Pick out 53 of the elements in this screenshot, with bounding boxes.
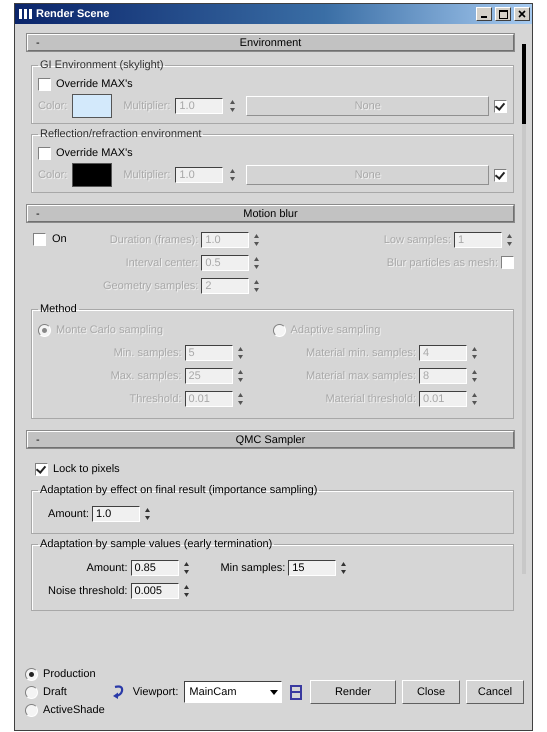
spinner-icon[interactable] [236, 344, 244, 360]
spinner-icon[interactable] [252, 278, 262, 294]
number-field[interactable]: 0.85 [130, 560, 178, 576]
spinner-icon[interactable] [142, 506, 152, 522]
spinner-icon[interactable] [505, 232, 514, 248]
minimize-button[interactable] [476, 7, 492, 21]
number-field[interactable]: 0.005 [130, 582, 178, 598]
spinner-icon[interactable] [182, 582, 190, 598]
close-icon [518, 10, 526, 18]
group-title: Method [39, 303, 78, 315]
group-title: Adaptation by effect on final result (importance sampling) [39, 484, 318, 496]
spinner-icon[interactable] [236, 390, 244, 406]
checkbox-label: Lock to pixels [53, 463, 120, 475]
radio-button[interactable] [25, 704, 38, 716]
field-label: Min samples: [220, 562, 286, 574]
viewport-dropdown[interactable]: MainCam [184, 681, 282, 703]
radio-label: ActiveShade [43, 704, 105, 716]
checkbox-label: Override MAX's [56, 78, 133, 90]
radio-button[interactable] [25, 686, 38, 698]
radio-label: Draft [43, 686, 67, 698]
checkbox-label: Override MAX's [56, 147, 133, 159]
rollout-header[interactable]: - QMC Sampler [27, 431, 514, 448]
spinner-icon[interactable] [470, 344, 479, 360]
spinner-icon[interactable] [470, 390, 479, 406]
dialog-button[interactable]: Close [402, 680, 460, 704]
number-field[interactable]: 1.0 [92, 506, 140, 522]
radio-button[interactable] [25, 668, 38, 680]
group-title: Adaptation by sample values (early termination) [39, 538, 274, 550]
checkbox-label: On [52, 233, 67, 245]
dialog-button[interactable]: Render [310, 680, 396, 704]
dialog-button[interactable]: Cancel [466, 680, 524, 704]
spinner-icon[interactable] [339, 560, 348, 576]
field-label: Noise threshold: [48, 584, 128, 596]
group-title: GI Environment (skylight) [39, 59, 164, 71]
maximize-button[interactable] [495, 7, 511, 21]
app-icon [19, 8, 33, 20]
spinner-icon[interactable] [252, 232, 262, 248]
group-title: Reflection/refraction environment [39, 128, 202, 140]
checkbox[interactable] [35, 462, 48, 476]
viewport-label: Viewport: [132, 686, 178, 698]
field-label: Amount: [86, 562, 128, 574]
scrollbar-thumb[interactable] [522, 44, 526, 124]
rollout-header[interactable]: - Environment [27, 34, 514, 51]
window-title: Render Scene [36, 8, 110, 20]
spinner-icon[interactable] [470, 368, 479, 384]
close-button[interactable] [514, 7, 530, 21]
spinner-icon[interactable] [252, 254, 262, 270]
field-label: Amount: [48, 508, 89, 520]
radio-label: Production [43, 668, 96, 680]
spinner-icon[interactable] [236, 368, 244, 384]
maximize-icon [498, 10, 508, 18]
spinner-icon[interactable] [182, 560, 190, 576]
number-field[interactable]: 15 [288, 560, 336, 576]
